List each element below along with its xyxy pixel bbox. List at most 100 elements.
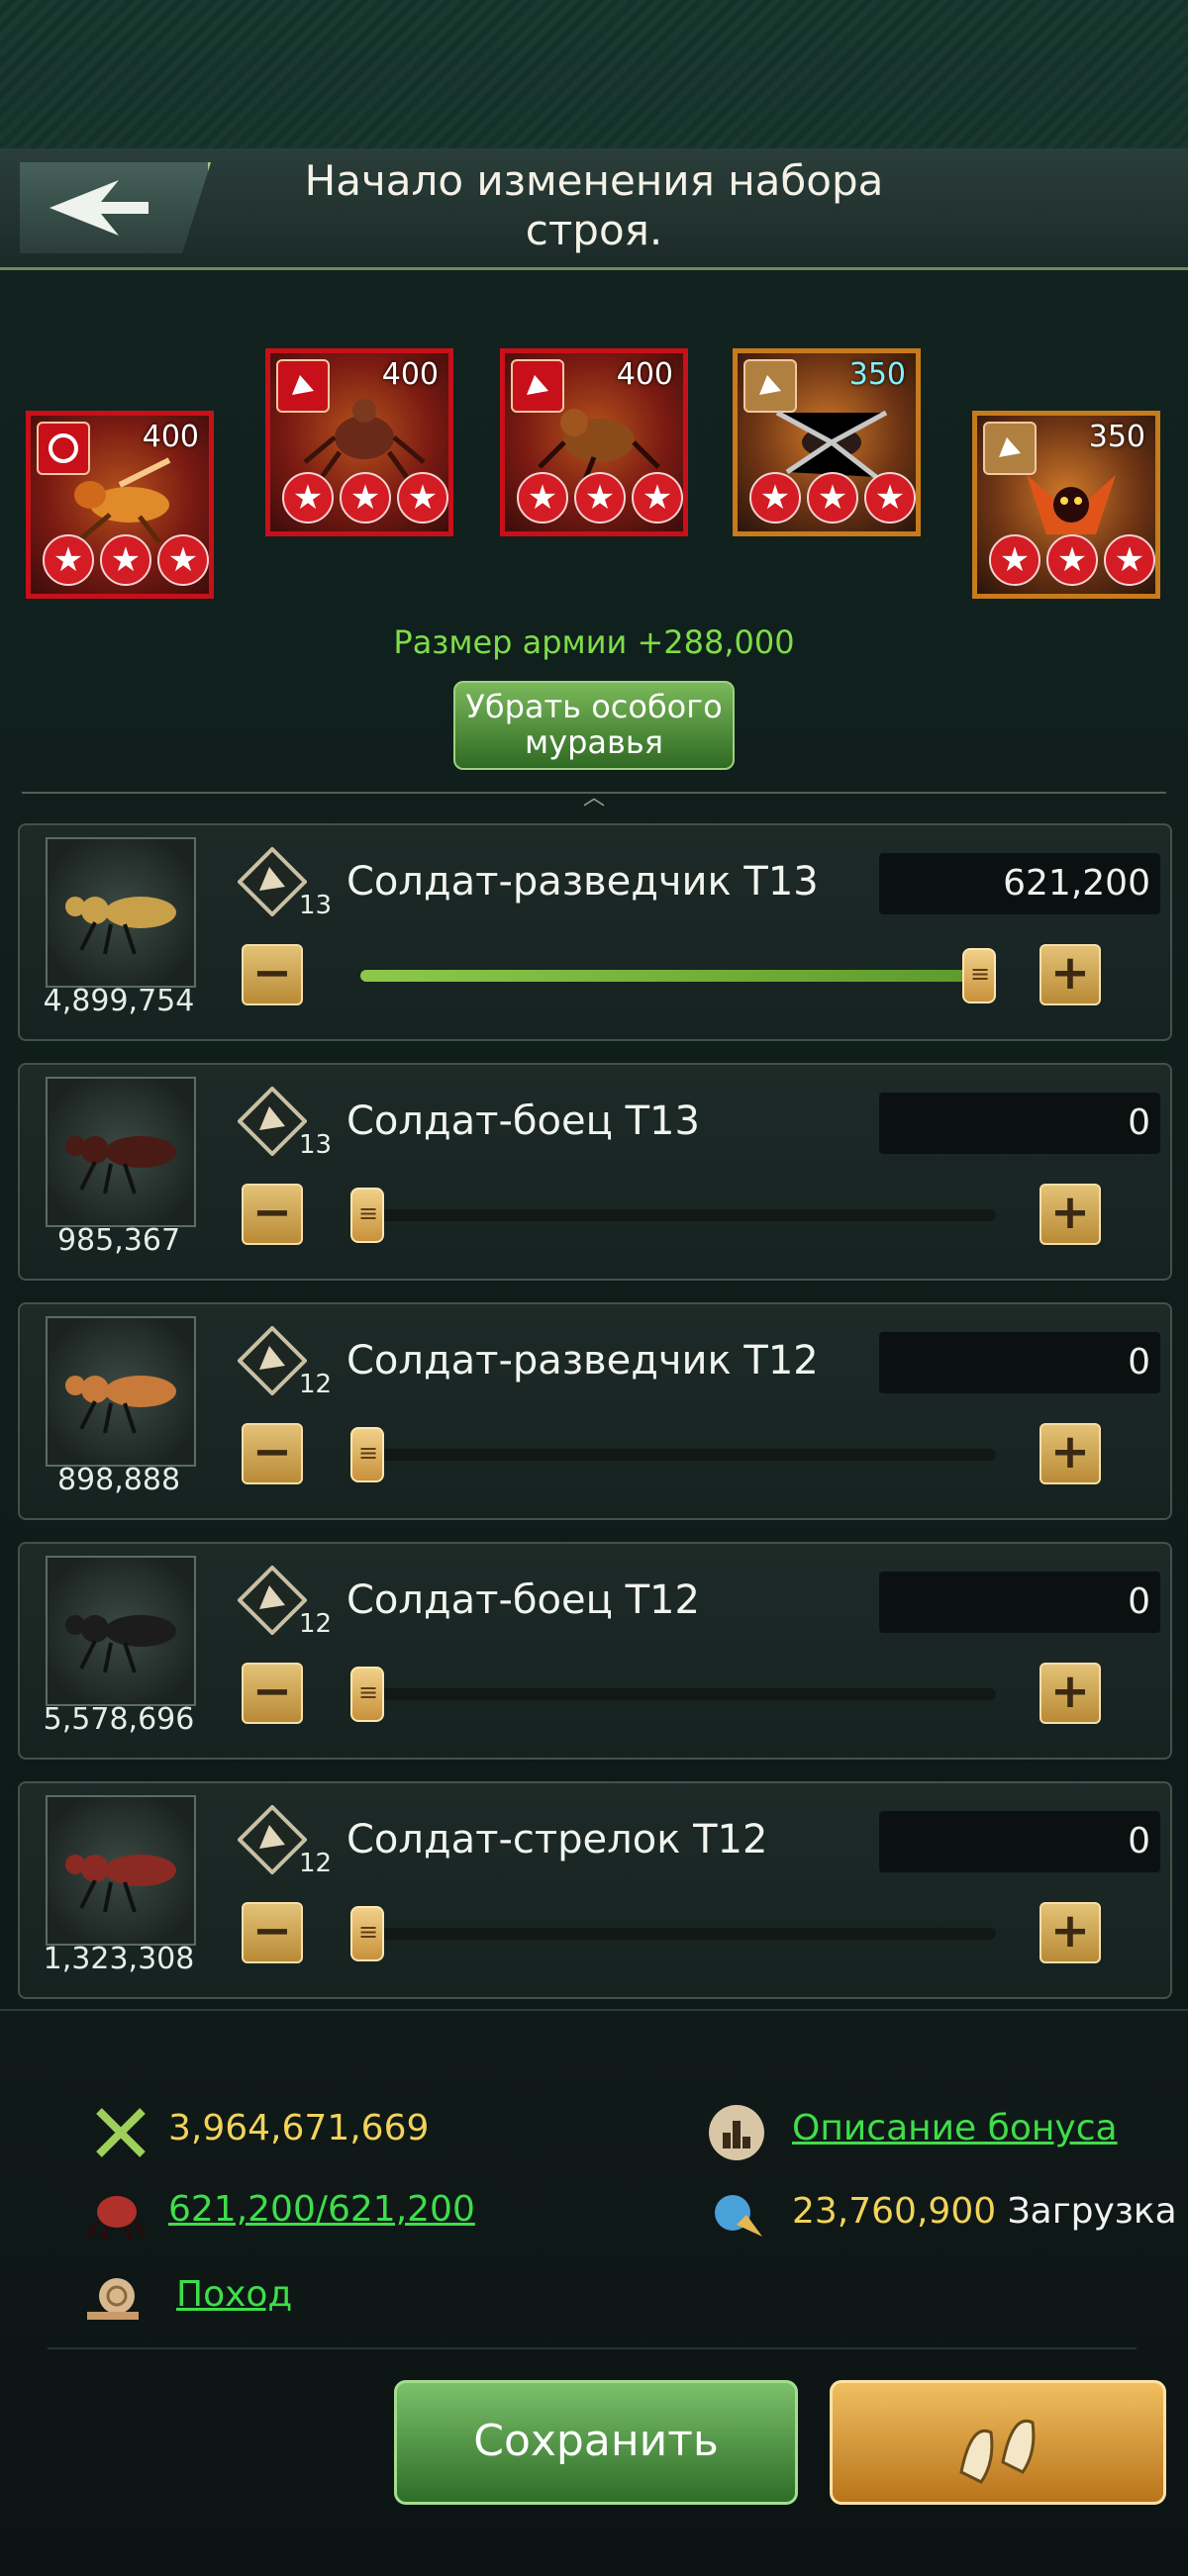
hero-portrait-icon: [538, 409, 660, 482]
slider-handle[interactable]: [350, 1667, 384, 1722]
troop-quantity-input[interactable]: 0: [879, 1572, 1160, 1633]
slider-handle[interactable]: [962, 948, 996, 1003]
troop-name: Солдат-боец T13: [346, 1098, 700, 1144]
star-icon: ★: [100, 534, 151, 586]
troop-class-icon: [238, 1087, 307, 1156]
star-icon: ★: [282, 472, 334, 524]
hero-level: 350: [848, 357, 906, 392]
star-icon: ★: [749, 472, 801, 524]
march-button[interactable]: [830, 2380, 1166, 2505]
troop-name: Солдат-разведчик T13: [346, 859, 819, 905]
bonus-description-link[interactable]: Описание бонуса: [792, 2108, 1118, 2148]
hero-stars: ★ ★ ★: [43, 534, 209, 586]
quantity-slider[interactable]: [350, 1188, 996, 1243]
star-icon: ★: [574, 472, 626, 524]
bonus-chart-icon: [709, 2105, 764, 2160]
hero-stars: ★ ★ ★: [749, 472, 916, 524]
minus-button[interactable]: −: [242, 1184, 303, 1245]
troop-available: 985,367: [56, 1223, 181, 1258]
hero-stars: ★ ★ ★: [989, 534, 1155, 586]
divider-ornament-icon: ︿: [582, 786, 605, 811]
ant-icon: [65, 1615, 176, 1673]
hero-slot-4[interactable]: 350 ★ ★ ★: [733, 348, 921, 536]
hero-level: 350: [1088, 420, 1145, 454]
star-icon: ★: [517, 472, 568, 524]
star-icon: ★: [397, 472, 448, 524]
minus-button[interactable]: −: [242, 1423, 303, 1484]
hero-slot-1[interactable]: 400 ★ ★ ★: [26, 411, 214, 599]
troop-quantity-input[interactable]: 0: [879, 1093, 1160, 1154]
plus-button[interactable]: +: [1040, 944, 1101, 1005]
troop-name: Солдат-разведчик T12: [346, 1338, 819, 1383]
troop-portrait: [46, 1077, 196, 1227]
hero-slot-3[interactable]: 400 ★ ★ ★: [500, 348, 688, 536]
load-label: Загрузка: [1007, 2191, 1177, 2232]
plus-button[interactable]: +: [1040, 1663, 1101, 1724]
troop-row: 5,578,696 12 Солдат-боец T12 0 − +: [18, 1542, 1172, 1760]
quantity-slider[interactable]: [360, 948, 996, 1003]
slider-handle[interactable]: [350, 1427, 384, 1482]
troop-portrait: [46, 1795, 196, 1946]
star-icon: ★: [157, 534, 209, 586]
troop-tier: 12: [299, 1849, 333, 1878]
troop-portrait: [46, 1316, 196, 1467]
hero-portrait-icon: [1027, 475, 1116, 534]
header-bar: Начало изменения набора строя.: [0, 148, 1188, 270]
star-icon: ★: [807, 472, 858, 524]
hero-portrait-icon: [303, 399, 426, 482]
hero-slot-5[interactable]: 350 ★ ★ ★: [972, 411, 1160, 599]
troops-count-link[interactable]: 621,200/621,200: [168, 2189, 475, 2230]
quantity-slider[interactable]: [350, 1667, 996, 1722]
back-arrow-icon: [50, 180, 148, 236]
star-icon: ★: [43, 534, 94, 586]
star-icon: ★: [1104, 534, 1155, 586]
hero-slot-2[interactable]: 400 ★ ★ ★: [265, 348, 453, 536]
troop-available: 5,578,696: [43, 1702, 195, 1737]
quantity-slider[interactable]: [350, 1906, 996, 1961]
star-icon: ★: [1046, 534, 1098, 586]
troop-quantity-input[interactable]: 0: [879, 1332, 1160, 1393]
troop-tier: 13: [299, 1130, 333, 1160]
troop-row: 1,323,308 12 Солдат-стрелок T12 0 − +: [18, 1781, 1172, 1999]
march-link[interactable]: Поход: [176, 2274, 292, 2315]
back-button[interactable]: [20, 162, 211, 253]
troop-class-icon: [238, 1326, 307, 1395]
minus-button[interactable]: −: [242, 944, 303, 1005]
troop-class-icon: [238, 1566, 307, 1635]
troop-portrait: [46, 1556, 196, 1706]
troop-class-icon: [238, 847, 307, 916]
ant-icon: [65, 897, 176, 955]
ant-icon: [65, 1136, 176, 1194]
power-swords-icon: [96, 2108, 146, 2157]
load-value: 23,760,900: [792, 2191, 997, 2232]
ant-icon: [65, 1376, 176, 1434]
troop-row: 898,888 12 Солдат-разведчик T12 0 − +: [18, 1302, 1172, 1520]
save-button[interactable]: Сохранить: [394, 2380, 798, 2505]
army-size-text: Размер армии +288,000: [393, 623, 795, 661]
troop-row: 985,367 13 Солдат-боец T13 0 − +: [18, 1063, 1172, 1281]
troop-tier: 12: [299, 1370, 333, 1399]
slider-fill: [360, 970, 996, 982]
troop-quantity-input[interactable]: 0: [879, 1811, 1160, 1872]
hero-stars: ★ ★ ★: [282, 472, 448, 524]
minus-button[interactable]: −: [242, 1663, 303, 1724]
troop-tier: 12: [299, 1609, 333, 1639]
plus-button[interactable]: +: [1040, 1423, 1101, 1484]
quantity-slider[interactable]: [350, 1427, 996, 1482]
slider-handle[interactable]: [350, 1906, 384, 1961]
plus-button[interactable]: +: [1040, 1902, 1101, 1963]
hero-level: 400: [142, 420, 199, 454]
hero-stars: ★ ★ ★: [517, 472, 683, 524]
divider: [48, 2347, 1137, 2349]
ant-icon: [65, 1855, 176, 1913]
troop-available: 4,899,754: [43, 984, 195, 1018]
page-title: Начало изменения набора строя.: [304, 156, 884, 254]
minus-button[interactable]: −: [242, 1902, 303, 1963]
troop-name: Солдат-стрелок T12: [346, 1817, 768, 1862]
troop-quantity-input[interactable]: 621,200: [879, 853, 1160, 914]
remove-special-ant-button[interactable]: Убрать особого муравья: [453, 681, 735, 770]
plus-button[interactable]: +: [1040, 1184, 1101, 1245]
slider-handle[interactable]: [350, 1188, 384, 1243]
star-icon: ★: [864, 472, 916, 524]
troop-available: 1,323,308: [43, 1942, 195, 1976]
